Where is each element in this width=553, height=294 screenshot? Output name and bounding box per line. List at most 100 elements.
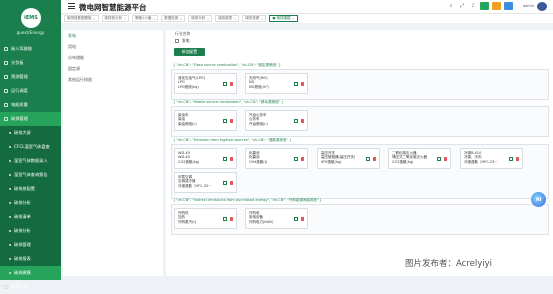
sidebar-item[interactable]: 温室气体查询报告 (0, 168, 61, 182)
tab-item[interactable]: 碳排分析 × (188, 15, 213, 22)
delete-icon[interactable] (443, 157, 447, 161)
sidebar-item[interactable]: 碳排大屏 (0, 126, 61, 140)
search-icon[interactable]: ⌕ (447, 2, 455, 10)
avatar[interactable] (537, 2, 547, 11)
close-icon[interactable]: × (234, 17, 237, 21)
tab-item[interactable]: 碳排报表 × (215, 15, 240, 22)
add-config-button[interactable]: 新加配置 (174, 48, 205, 56)
config-card[interactable]: 高压开关 高压断路器(高压开关) SF6逸散(kg) (317, 148, 380, 169)
config-card[interactable]: 液化石油气(LPG) LPG LPG燃烧(kg) (174, 73, 237, 94)
delete-icon[interactable] (229, 217, 233, 221)
user-name[interactable]: admin (523, 4, 534, 8)
assistant-float-button[interactable]: AI (531, 192, 546, 207)
checkbox-icon[interactable] (175, 39, 179, 43)
close-icon[interactable]: × (261, 17, 264, 21)
config-card[interactable]: 化粪池 化粪池 CH4逸散(t) (245, 148, 308, 169)
edit-icon[interactable] (294, 119, 298, 123)
edit-icon[interactable] (294, 82, 298, 86)
sidebar-item[interactable]: 碳入驾驶舱 (0, 42, 61, 56)
config-card[interactable]: 天然气(NG) NG NG燃烧(m³) (245, 73, 308, 94)
delete-icon[interactable] (229, 181, 233, 185)
config-card[interactable]: 车载空调 空调或冷媒 冷媒逸散（HFC-32~ (174, 172, 237, 193)
menu-icon (4, 103, 8, 107)
theme-badge-orange[interactable] (492, 2, 501, 10)
sidebar-item-label: 碳入驾驶舱 (11, 46, 32, 51)
category-item[interactable]: 固定源 (63, 63, 163, 74)
edit-icon[interactable] (294, 217, 298, 221)
edit-icon[interactable] (223, 157, 227, 161)
close-icon[interactable]: × (180, 17, 183, 21)
sidebar-item[interactable]: 碳排分析 (0, 196, 61, 210)
bell-icon[interactable]: ♪ (469, 2, 477, 10)
delete-icon[interactable] (372, 157, 376, 161)
category-item[interactable]: 其他运行排放 (63, 74, 163, 85)
industry-filter: 行业名称 发电 (174, 30, 534, 47)
tab-item[interactable]: ● 碳排建模 × (269, 15, 298, 22)
theme-badge-green[interactable] (480, 2, 489, 10)
edit-icon[interactable] (294, 157, 298, 161)
sidebar-item[interactable]: 碳排放配置 (0, 182, 61, 196)
config-group: { "zh-CN": "Indirect emissions from purc… (171, 198, 549, 235)
category-item[interactable]: 分布储能 (63, 52, 163, 63)
sidebar-item[interactable]: 运行调度 (0, 84, 61, 98)
sidebar-item[interactable]: 温室气体数据录入 (0, 154, 61, 168)
tab-item[interactable]: 策略1小编 × (132, 15, 159, 22)
config-group: { "zh-CN": "Mobile source combustion", "… (171, 100, 549, 137)
config-card[interactable]: 汽油公务车 公务车 汽油燃烧(L) (245, 110, 308, 131)
sidebar-item[interactable]: 碳排报表 (0, 252, 61, 266)
sidebar-item[interactable]: 预测管理 (0, 70, 61, 84)
config-card[interactable]: 冷媒R-410 冷媒、冷剂 冷媒逸散（HFC-23~ (460, 148, 523, 169)
edit-icon[interactable] (223, 181, 227, 185)
close-icon[interactable]: × (292, 17, 295, 21)
sidebar-item[interactable]: 碳排建模 (0, 266, 61, 280)
sidebar-item-label: 碳排分析 (14, 228, 31, 233)
edit-icon[interactable] (223, 119, 227, 123)
delete-icon[interactable] (300, 82, 304, 86)
card-line-l3: NG燃烧(m³) (249, 84, 269, 89)
category-item[interactable]: 发电 (63, 30, 163, 41)
close-icon[interactable]: × (93, 17, 96, 21)
fullscreen-icon[interactable]: ⤢ (458, 2, 466, 10)
config-card[interactable]: 外购电 用电设备 外购电力(kWh) (245, 208, 308, 229)
menu-icon (4, 47, 8, 51)
tab-item[interactable]: 碳排放分析 × (101, 15, 130, 22)
delete-icon[interactable] (300, 119, 304, 123)
tab-item[interactable]: 碳排查看 × (242, 15, 267, 22)
menu-icon (4, 285, 8, 289)
sidebar-item[interactable]: 光伏板 (0, 56, 61, 70)
menu-toggle-icon[interactable] (68, 3, 75, 10)
filter-option[interactable]: 发电 (175, 38, 190, 44)
sidebar-item[interactable]: CFCL温室气体盘查 (0, 140, 61, 154)
config-card[interactable]: WD-40 WD-40 CO2逸散(kg) (174, 148, 237, 169)
delete-icon[interactable] (229, 119, 233, 123)
delete-icon[interactable] (300, 157, 304, 161)
sidebar-item[interactable]: 碳排分析 (0, 224, 61, 238)
tab-item[interactable]: 碳排放数据看板 × (64, 15, 99, 22)
delete-icon[interactable] (229, 157, 233, 161)
sidebar-item[interactable]: 碳排管理 (0, 112, 61, 126)
sidebar-item[interactable]: 能耗分析 (0, 280, 61, 294)
sidebar-item[interactable]: 碳排清单 (0, 210, 61, 224)
tab-item[interactable]: 数据检测 × (161, 15, 186, 22)
edit-icon[interactable] (437, 157, 441, 161)
delete-icon[interactable] (229, 82, 233, 86)
edit-icon[interactable] (366, 157, 370, 161)
close-icon[interactable]: × (153, 17, 156, 21)
sidebar-item-label: 能耗分析 (11, 284, 28, 289)
edit-icon[interactable] (509, 157, 513, 161)
category-item[interactable]: 用电 (63, 41, 163, 52)
tab-label: 碳排分析 (191, 16, 206, 20)
config-card[interactable]: 外购热 加热 外购蒸汽(t) (174, 208, 237, 229)
close-icon[interactable]: × (124, 17, 127, 21)
delete-icon[interactable] (515, 157, 519, 161)
theme-badge-blue[interactable] (504, 2, 513, 10)
sidebar: iEMS guest/Energy 碳入驾驶舱 光伏板 预测管理 运行调度 电能质量 碳排… (0, 0, 61, 289)
edit-icon[interactable] (223, 217, 227, 221)
delete-icon[interactable] (300, 217, 304, 221)
config-card[interactable]: 二氧化碳灭火器 储压式二氧化碳灭火器 CO2逸散(kg) (388, 148, 451, 169)
sidebar-item[interactable]: 电能质量 (0, 98, 61, 112)
sidebar-item[interactable]: 碳排管理 (0, 238, 61, 252)
close-icon[interactable]: × (207, 17, 210, 21)
edit-icon[interactable] (223, 82, 227, 86)
config-card[interactable]: 柴油车 柴油 柴油燃烧(L) (174, 110, 237, 131)
